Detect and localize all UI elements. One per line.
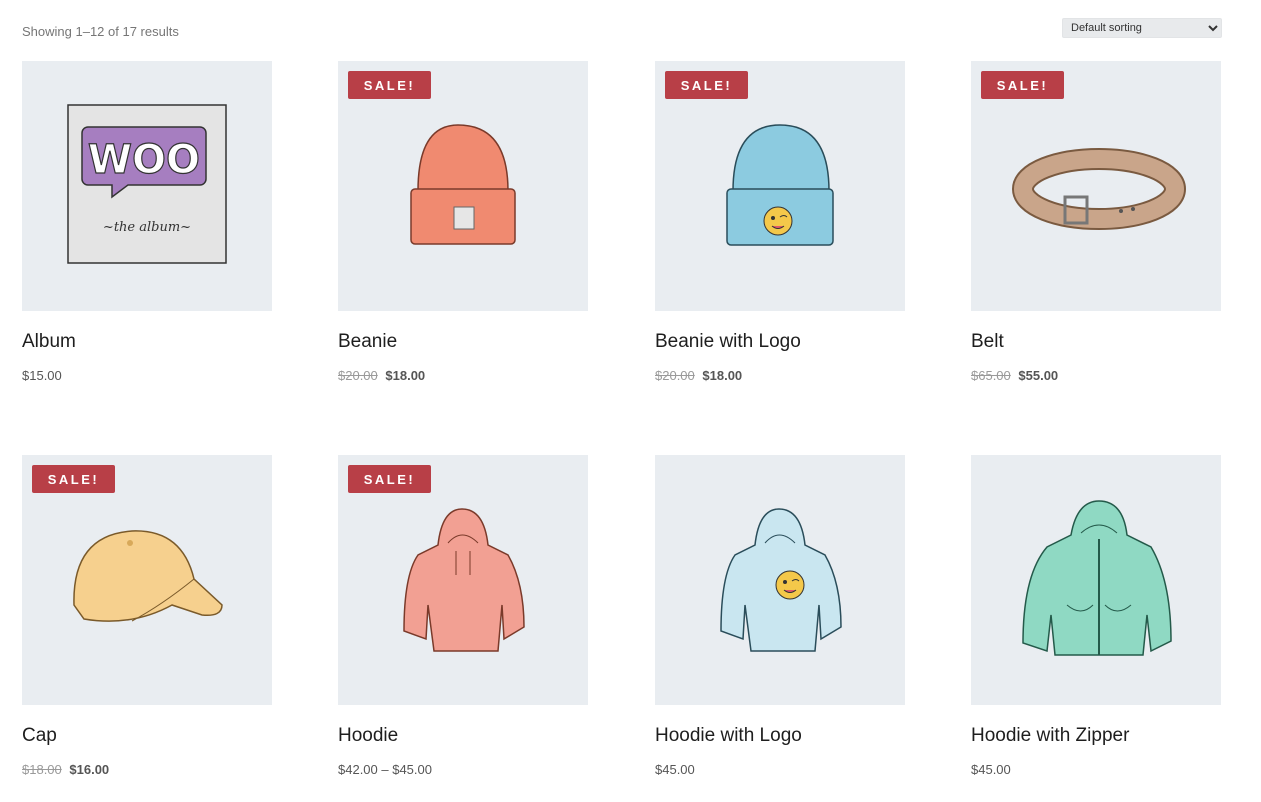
result-count: Showing 1–12 of 17 results (22, 24, 179, 39)
product-title[interactable]: Beanie with Logo (655, 331, 801, 353)
product-price: $45.00 (655, 762, 695, 777)
sale-price: $55.00 (1018, 368, 1059, 383)
product-title[interactable]: Cap (22, 725, 57, 747)
product-title[interactable]: Hoodie with Zipper (971, 725, 1129, 747)
regular-price: $18.00 (22, 762, 62, 777)
sale-badge: SALE! (348, 465, 431, 493)
product-price: $45.00 (971, 762, 1011, 777)
svg-text:~the album~: ~the album~ (103, 220, 191, 235)
price-range: $42.00 – $45.00 (338, 762, 432, 777)
sale-price: $16.00 (69, 762, 110, 777)
album-icon: WOO ~the album~ (67, 104, 227, 264)
product-image[interactable]: SALE! (971, 61, 1221, 311)
product-card-belt: SALE! Belt $65.00 $55.00 (971, 61, 1222, 383)
product-title[interactable]: Album (22, 331, 76, 353)
sorting-select[interactable]: Default sorting (1062, 18, 1222, 38)
product-title[interactable]: Beanie (338, 331, 397, 353)
product-card-album: WOO ~the album~ Album $15.00 (22, 61, 273, 383)
product-price: $18.00 $16.00 (22, 762, 109, 777)
product-title[interactable]: Hoodie (338, 725, 398, 747)
svg-text:WOO: WOO (88, 137, 200, 183)
regular-price: $20.00 (338, 368, 378, 383)
product-image[interactable]: SALE! (655, 61, 905, 311)
regular-price: $20.00 (655, 368, 695, 383)
sale-price: $18.00 (385, 368, 426, 383)
product-card-cap: SALE! Cap $18.00 $16.00 (22, 455, 273, 777)
sale-badge: SALE! (32, 465, 115, 493)
product-image[interactable]: SALE! (338, 61, 588, 311)
product-price: $20.00 $18.00 (655, 368, 742, 383)
hoodie-with-logo-icon (720, 508, 842, 652)
sale-badge: SALE! (981, 71, 1064, 99)
product-card-hoodie-with-logo: Hoodie with Logo $45.00 (655, 455, 906, 777)
product-title[interactable]: Belt (971, 331, 1004, 353)
regular-price: $65.00 (971, 368, 1011, 383)
product-image[interactable]: SALE! (22, 455, 272, 705)
product-price: $15.00 (22, 368, 62, 383)
product-image[interactable]: WOO ~the album~ (22, 61, 272, 311)
product-card-beanie-with-logo: SALE! Beanie with Logo $20.00 $18.00 (655, 61, 906, 383)
product-card-beanie: SALE! Beanie $20.00 $18.00 (338, 61, 589, 383)
product-image[interactable] (971, 455, 1221, 705)
price-amount: $45.00 (971, 762, 1011, 777)
product-price: $65.00 $55.00 (971, 368, 1058, 383)
price-amount: $45.00 (655, 762, 695, 777)
product-card-hoodie-with-zipper: Hoodie with Zipper $45.00 (971, 455, 1222, 777)
product-price: $20.00 $18.00 (338, 368, 425, 383)
product-price: $42.00 – $45.00 (338, 762, 432, 777)
product-image[interactable] (655, 455, 905, 705)
hoodie-with-zipper-icon (1022, 500, 1172, 656)
sale-price: $18.00 (702, 368, 743, 383)
product-title[interactable]: Hoodie with Logo (655, 725, 802, 747)
price-amount: $15.00 (22, 368, 62, 383)
product-image[interactable]: SALE! (338, 455, 588, 705)
sale-badge: SALE! (348, 71, 431, 99)
sale-badge: SALE! (665, 71, 748, 99)
product-card-hoodie: SALE! Hoodie $42.00 – $45.00 (338, 455, 589, 777)
